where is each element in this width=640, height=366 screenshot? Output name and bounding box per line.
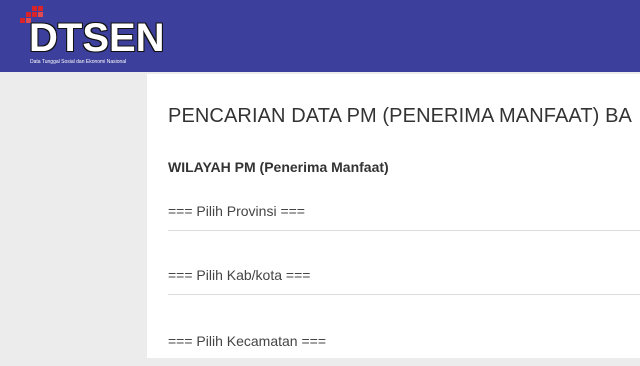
logo-wordmark: DTSEN	[28, 16, 165, 60]
kecamatan-select[interactable]: === Pilih Kecamatan ===	[168, 326, 640, 366]
search-card: PENCARIAN DATA PM (PENERIMA MANFAAT) BA …	[147, 74, 640, 358]
kabkota-select[interactable]: === Pilih Kab/kota ===	[168, 260, 640, 295]
kabkota-select-label: === Pilih Kab/kota ===	[168, 267, 311, 283]
left-gutter	[0, 72, 147, 358]
provinsi-select[interactable]: === Pilih Provinsi ===	[168, 196, 640, 231]
dtsen-logo[interactable]: DTSEN Data Tunggal Sosial dan Ekonomi Na…	[18, 6, 168, 68]
top-header: DTSEN Data Tunggal Sosial dan Ekonomi Na…	[0, 0, 640, 72]
logo-tagline: Data Tunggal Sosial dan Ekonomi Nasional	[30, 59, 127, 65]
section-heading: WILAYAH PM (Penerima Manfaat)	[168, 159, 389, 175]
kecamatan-select-label: === Pilih Kecamatan ===	[168, 333, 326, 349]
page-title: PENCARIAN DATA PM (PENERIMA MANFAAT) BA	[168, 105, 632, 127]
provinsi-select-label: === Pilih Provinsi ===	[168, 203, 305, 219]
